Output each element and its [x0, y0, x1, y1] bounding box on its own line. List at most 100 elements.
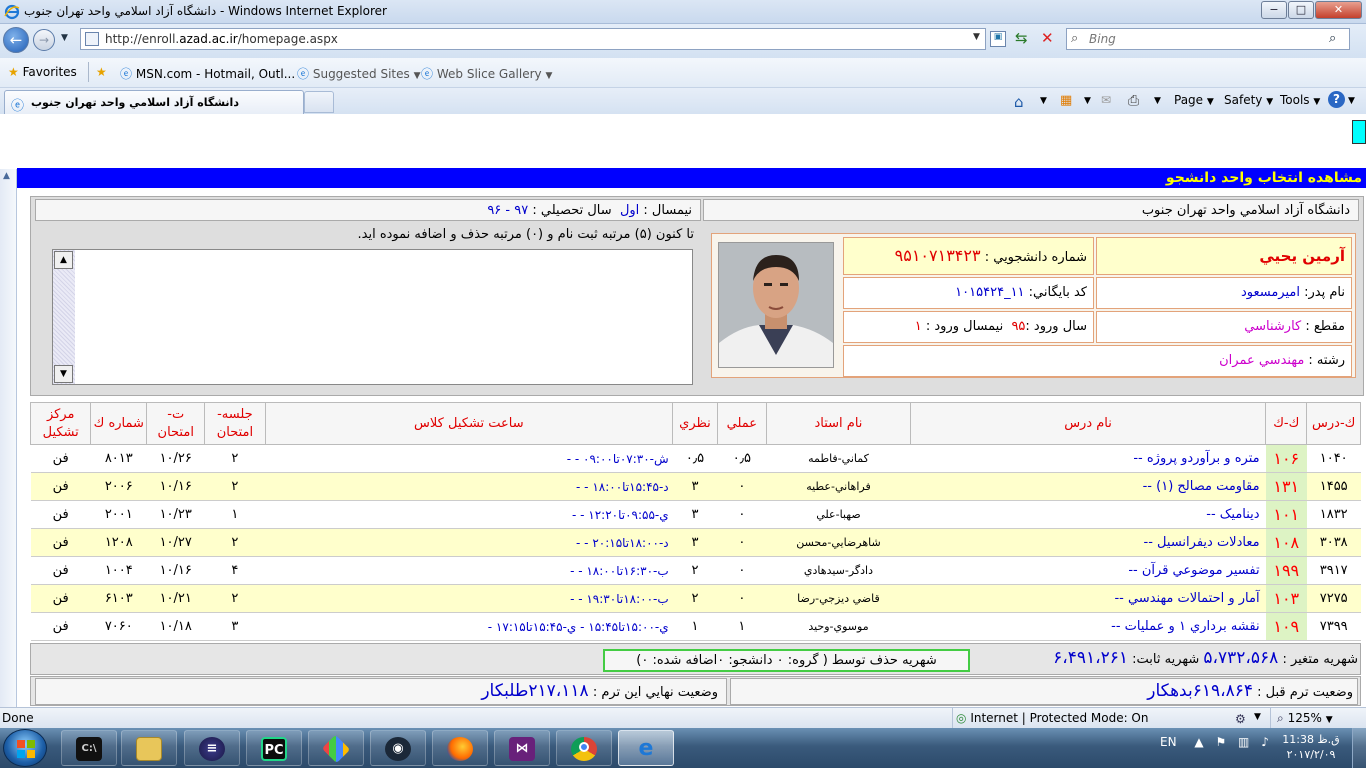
- refresh-icon[interactable]: ⇆: [1015, 29, 1028, 47]
- ie-icon: [4, 4, 20, 20]
- term-value: اول: [619, 203, 640, 218]
- page-menu[interactable]: Page ▼: [1174, 93, 1214, 107]
- maximize-button[interactable]: □: [1288, 1, 1314, 19]
- taskbar-firefox[interactable]: [432, 730, 488, 766]
- cell-course-name[interactable]: تفسير موضوعي قرآن --: [910, 556, 1266, 585]
- steam-icon: ◉: [385, 737, 411, 761]
- cell-exam-session: ۲: [204, 444, 266, 473]
- new-tab-button[interactable]: [304, 91, 334, 113]
- cell-instructor: قاضي ديزجي-رضا: [766, 584, 911, 613]
- fav-suggested-sites[interactable]: ⓔ Suggested Sites ▼: [297, 65, 421, 82]
- divider: [1270, 708, 1271, 728]
- zone-dropdown-icon[interactable]: ▼: [1254, 712, 1261, 722]
- close-window-button[interactable]: ✕: [1315, 1, 1362, 19]
- home-icon[interactable]: ⌂: [1014, 93, 1024, 111]
- cell-course-name[interactable]: مقاومت مصالح (۱) --: [910, 472, 1266, 501]
- compatibility-view-icon[interactable]: ▣: [990, 31, 1006, 47]
- cell-class-number: ۲۰۰۶: [90, 472, 147, 501]
- cell-course-name[interactable]: معادلات ديفرانسيل --: [910, 528, 1266, 557]
- forward-button[interactable]: →: [33, 29, 55, 51]
- print-icon[interactable]: ⎙: [1128, 93, 1139, 109]
- start-button[interactable]: [3, 729, 47, 767]
- flag-icon[interactable]: ⚑: [1215, 735, 1226, 749]
- cell-center: فن: [30, 444, 91, 473]
- taskbar-explorer[interactable]: [121, 730, 177, 766]
- cell-practical: ۱: [717, 612, 767, 641]
- address-bar[interactable]: http://enroll.azad.ac.ir/homepage.aspx ▼: [80, 28, 986, 50]
- cell-course-name[interactable]: ديناميک --: [910, 500, 1266, 529]
- cell-course-name[interactable]: متره و برآوردو پروژه --: [910, 444, 1266, 473]
- cell-course-name[interactable]: نقشه برداري ۱ و عمليات --: [910, 612, 1266, 641]
- minimize-button[interactable]: −: [1261, 1, 1287, 19]
- clock-time: ق.ظ 11:38: [1282, 733, 1340, 746]
- taskbar-app[interactable]: [308, 730, 364, 766]
- pycharm-icon: PC: [261, 737, 287, 761]
- cell-class-number: ۶۱۰۳: [90, 584, 147, 613]
- chrome-icon: [571, 737, 597, 761]
- menu-tab-fragment[interactable]: [1352, 120, 1366, 144]
- search-box[interactable]: ⌕ Bing ⌕: [1066, 28, 1350, 50]
- year-value: ۹۷ - ۹۶: [487, 203, 529, 218]
- university-name: دانشگاه آزاد اسلامي واحد تهران جنوب: [703, 199, 1359, 221]
- clock[interactable]: ق.ظ 11:38 ۲۰۱۷/۲/۰۹: [1276, 732, 1346, 762]
- student-id: شماره دانشجويي : ۹۵۱۰۷۱۳۴۲۳: [843, 237, 1094, 275]
- help-dropdown-icon[interactable]: ▼: [1348, 96, 1355, 106]
- status-bar: Done ◎ Internet | Protected Mode: On ⚙ ▼…: [0, 707, 1366, 728]
- left-frame-strip: ▲: [0, 169, 17, 707]
- messages-listbox[interactable]: ▲ ▼: [52, 249, 693, 385]
- fav-msn[interactable]: ⓔ MSN.com - Hotmail, Outl...: [120, 65, 295, 82]
- show-desktop-button[interactable]: [1352, 728, 1366, 768]
- taskbar-internet-explorer[interactable]: e: [618, 730, 674, 766]
- final-term-status: وضعيت نهايي اين ترم : ۲۱۷،۱۱۸طلبكار: [35, 678, 727, 705]
- home-dropdown-icon[interactable]: ▼: [1040, 96, 1047, 106]
- scroll-up-button[interactable]: ▲: [54, 251, 73, 269]
- search-icon[interactable]: ⌕: [1329, 31, 1336, 46]
- fav-web-slice-gallery[interactable]: ⓔ Web Slice Gallery ▼: [421, 65, 552, 82]
- stop-icon[interactable]: ✕: [1041, 29, 1054, 47]
- network-icon[interactable]: ▥: [1238, 735, 1249, 749]
- language-indicator[interactable]: EN: [1160, 735, 1177, 749]
- scroll-down-button[interactable]: ▼: [54, 365, 73, 383]
- taskbar-chrome[interactable]: [556, 730, 612, 766]
- star-icon: ★: [8, 65, 19, 79]
- table-row: ۱۸۳۲ ۱۰۱ ديناميک -- صهبا-علي ۰ ۳ ي-۰۹:۵۵تا۱۲:۲…: [30, 500, 1361, 529]
- taskbar-steam[interactable]: ◉: [370, 730, 426, 766]
- tray-expand-icon[interactable]: ▲: [1194, 735, 1203, 749]
- registration-count-text: تا كنون (۵) مرتبه ثبت نام و (۰) مرتبه حذ…: [357, 227, 695, 242]
- feeds-dropdown-icon[interactable]: ▼: [1084, 96, 1091, 106]
- cell-instructor: كماني-فاطمه: [766, 444, 911, 473]
- zoom-level[interactable]: ⌕ 125% ▼: [1277, 711, 1333, 726]
- favorites-button[interactable]: ★ Favorites: [8, 65, 77, 79]
- security-zone[interactable]: ◎ Internet | Protected Mode: On: [956, 711, 1148, 725]
- recent-pages-dropdown-icon[interactable]: ▼: [61, 33, 68, 43]
- search-placeholder: Bing: [1089, 32, 1116, 46]
- add-favorites-icon[interactable]: ★: [96, 65, 107, 79]
- mail-icon[interactable]: ✉: [1101, 93, 1111, 107]
- cell-exam-session: ۴: [204, 556, 266, 585]
- cell-course-name[interactable]: آمار و احتمالات مهندسي --: [910, 584, 1266, 613]
- safety-menu[interactable]: Safety ▼: [1224, 93, 1273, 107]
- address-dropdown-icon[interactable]: ▼: [973, 32, 980, 42]
- taskbar-visual-studio[interactable]: ⋈: [494, 730, 550, 766]
- cell-class-number: ۷۰۶۰: [90, 612, 147, 641]
- help-icon[interactable]: ?: [1328, 91, 1345, 108]
- protected-mode-icon[interactable]: ⚙: [1235, 712, 1246, 726]
- tools-menu[interactable]: Tools ▼: [1280, 93, 1320, 107]
- cell-exam-session: ۱: [204, 500, 266, 529]
- scrollbar[interactable]: ▲ ▼: [53, 250, 75, 384]
- status-text: Done: [2, 711, 34, 725]
- volume-icon[interactable]: ♪: [1261, 735, 1269, 749]
- cell-exam-session: ۲: [204, 584, 266, 613]
- cell-theory: ۱: [672, 612, 718, 641]
- taskbar-pycharm[interactable]: PC: [246, 730, 302, 766]
- taskbar-eclipse[interactable]: ≡: [184, 730, 240, 766]
- back-button[interactable]: ←: [3, 27, 29, 53]
- cell-exam-date: ۱۰/۱۶: [146, 472, 205, 501]
- feeds-icon[interactable]: ▦: [1060, 93, 1072, 108]
- entry-info: سال ورود :۹۵ نيمسال ورود : ۱: [843, 311, 1094, 343]
- tab-active[interactable]: ⓔ دانشگاه آزاد اسلامي واحد تهران جنوب: [4, 90, 304, 114]
- print-dropdown-icon[interactable]: ▼: [1154, 96, 1161, 106]
- cell-group-code: ۱۳۱: [1265, 472, 1307, 501]
- taskbar-cmd[interactable]: C:\: [61, 730, 117, 766]
- cell-theory: ۳: [672, 472, 718, 501]
